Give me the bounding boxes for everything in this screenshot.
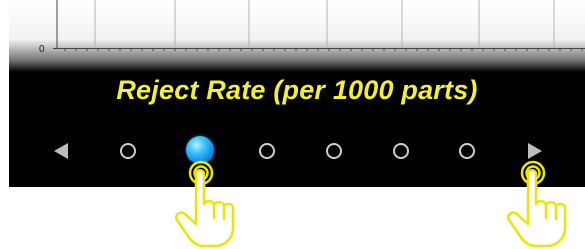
page-dot-2-active[interactable] bbox=[186, 136, 214, 164]
page-dot-1[interactable] bbox=[120, 143, 136, 159]
next-page-button[interactable] bbox=[523, 139, 547, 163]
page-dot-6[interactable] bbox=[459, 143, 475, 159]
page-dot-5[interactable] bbox=[393, 143, 409, 159]
page-dot-4[interactable] bbox=[326, 143, 342, 159]
triangle-right-icon bbox=[528, 143, 542, 159]
page-dot-3[interactable] bbox=[259, 143, 275, 159]
chart-title: Reject Rate (per 1000 parts) bbox=[116, 75, 478, 105]
pagination-nav bbox=[9, 130, 585, 174]
chart-panel: 0 Reject Rate (per 1000 parts) bbox=[9, 0, 585, 187]
triangle-left-icon bbox=[54, 143, 68, 159]
previous-page-button[interactable] bbox=[49, 139, 73, 163]
chart-plot-strip: 0 bbox=[9, 0, 585, 72]
chart-y-tick-label: 0 bbox=[39, 44, 45, 55]
